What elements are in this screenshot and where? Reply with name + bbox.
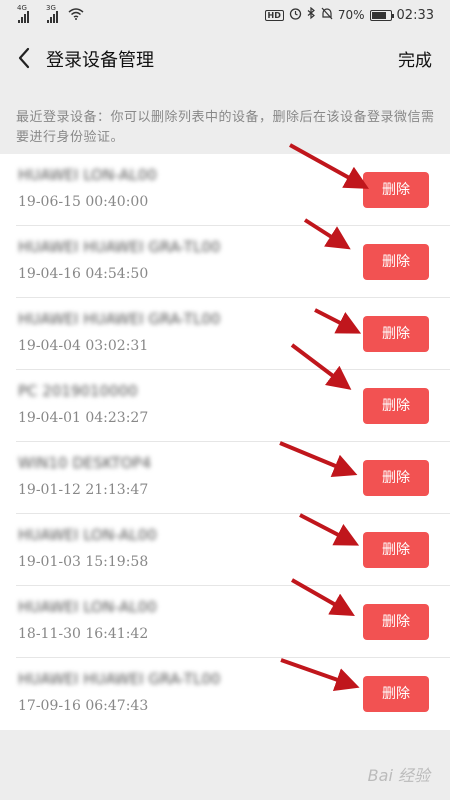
device-row: HUAWEI LON-AL00 19-01-03 15:19:58 删除 bbox=[0, 514, 450, 586]
device-row: PC 2019010000 19-04-01 04:23:27 删除 bbox=[0, 370, 450, 442]
hd-badge: HD bbox=[264, 9, 284, 21]
status-icons: HD 70% 02:33 bbox=[264, 6, 434, 23]
delete-button[interactable]: 删除 bbox=[363, 172, 429, 208]
device-name: HUAWEI LON-AL00 bbox=[18, 598, 157, 616]
delete-button[interactable]: 删除 bbox=[363, 316, 429, 352]
delete-button[interactable]: 删除 bbox=[363, 532, 429, 568]
device-name: PC 2019010000 bbox=[18, 382, 138, 400]
device-row: HUAWEI LON-AL00 18-11-30 16:41:42 删除 bbox=[0, 586, 450, 658]
chevron-left-icon bbox=[18, 47, 30, 69]
watermark: Bai 经验 bbox=[367, 766, 430, 785]
clock: 02:33 bbox=[396, 7, 434, 23]
device-name: HUAWEI HUAWEI GRA-TL00 bbox=[18, 238, 221, 256]
signal-group: 4G 3G bbox=[17, 4, 84, 23]
done-button[interactable]: 完成 bbox=[398, 46, 432, 71]
delete-button[interactable]: 删除 bbox=[363, 244, 429, 280]
device-login-time: 19-04-04 03:02:31 bbox=[18, 338, 149, 354]
device-name: HUAWEI HUAWEI GRA-TL00 bbox=[18, 310, 221, 328]
battery-icon bbox=[369, 9, 394, 21]
delete-button[interactable]: 删除 bbox=[363, 676, 429, 712]
signal-icon: 3G bbox=[46, 4, 58, 23]
back-button[interactable] bbox=[14, 44, 38, 72]
delete-button[interactable]: 删除 bbox=[363, 460, 429, 496]
device-row: WIN10 DESKTOP4 19-01-12 21:13:47 删除 bbox=[0, 442, 450, 514]
network-type-label: 4G bbox=[17, 4, 27, 12]
device-name: HUAWEI LON-AL00 bbox=[18, 166, 157, 184]
wifi-icon bbox=[68, 8, 84, 23]
battery-percent: 70% bbox=[337, 8, 365, 22]
device-login-time: 19-04-16 04:54:50 bbox=[18, 266, 149, 282]
device-name: HUAWEI HUAWEI GRA-TL00 bbox=[18, 670, 221, 688]
device-row: HUAWEI LON-AL00 19-06-15 00:40:00 删除 bbox=[0, 154, 450, 226]
device-list: HUAWEI LON-AL00 19-06-15 00:40:00 删除 HUA… bbox=[0, 154, 450, 730]
device-row: HUAWEI HUAWEI GRA-TL00 17-09-16 06:47:43… bbox=[0, 658, 450, 730]
device-login-time: 19-04-01 04:23:27 bbox=[18, 410, 149, 426]
signal-icon: 4G bbox=[17, 4, 29, 23]
alarm-icon bbox=[289, 7, 302, 23]
device-login-time: 19-01-12 21:13:47 bbox=[18, 482, 149, 498]
page-title: 登录设备管理 bbox=[46, 50, 154, 71]
network-type-label: 3G bbox=[46, 4, 56, 12]
device-name: WIN10 DESKTOP4 bbox=[18, 454, 152, 472]
delete-button[interactable]: 删除 bbox=[363, 388, 429, 424]
info-text: 最近登录设备：你可以删除列表中的设备，删除后在该设备登录微信需要进行身份验证。 bbox=[16, 110, 435, 145]
device-login-time: 17-09-16 06:47:43 bbox=[18, 698, 149, 714]
device-login-time: 19-06-15 00:40:00 bbox=[18, 194, 149, 210]
device-row: HUAWEI HUAWEI GRA-TL00 19-04-04 03:02:31… bbox=[0, 298, 450, 370]
header-bar: 登录设备管理 完成 bbox=[0, 32, 450, 84]
device-name: HUAWEI LON-AL00 bbox=[18, 526, 157, 544]
status-bar: 4G 3G HD 70% 02:33 bbox=[0, 0, 450, 32]
device-row: HUAWEI HUAWEI GRA-TL00 19-04-16 04:54:50… bbox=[0, 226, 450, 298]
bluetooth-icon bbox=[307, 6, 316, 23]
delete-button[interactable]: 删除 bbox=[363, 604, 429, 640]
device-login-time: 18-11-30 16:41:42 bbox=[18, 626, 149, 642]
device-login-time: 19-01-03 15:19:58 bbox=[18, 554, 149, 570]
mute-icon bbox=[321, 7, 333, 23]
